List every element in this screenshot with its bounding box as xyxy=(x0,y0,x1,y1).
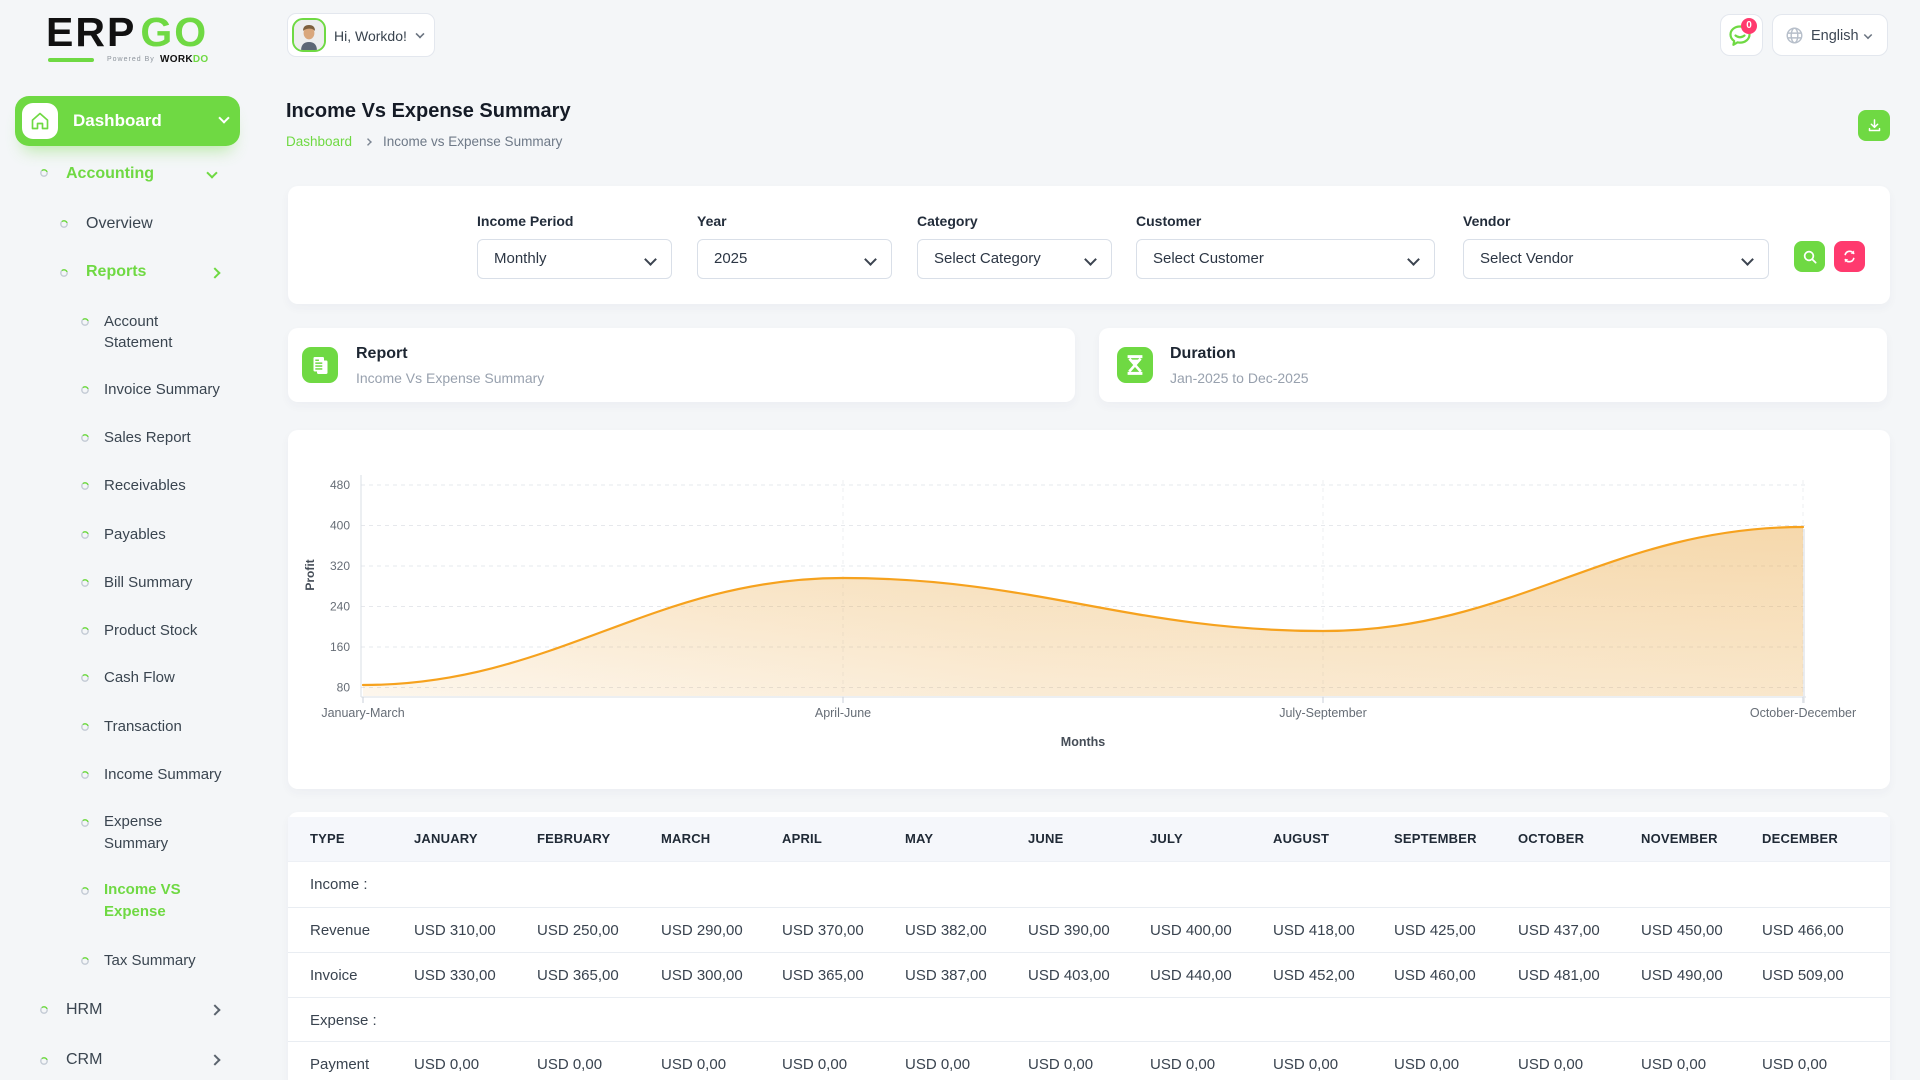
svg-text:80: 80 xyxy=(337,681,351,695)
svg-text:400: 400 xyxy=(330,519,350,533)
svg-text:160: 160 xyxy=(330,640,350,654)
svg-text:July-September: July-September xyxy=(1279,706,1367,720)
svg-text:Months: Months xyxy=(1061,735,1105,749)
svg-text:240: 240 xyxy=(330,600,350,614)
svg-text:Profit: Profit xyxy=(303,559,317,590)
svg-text:480: 480 xyxy=(330,478,350,492)
svg-text:January-March: January-March xyxy=(321,706,404,720)
svg-text:October-December: October-December xyxy=(1750,706,1856,720)
svg-text:April-June: April-June xyxy=(815,706,871,720)
svg-text:320: 320 xyxy=(330,559,350,573)
